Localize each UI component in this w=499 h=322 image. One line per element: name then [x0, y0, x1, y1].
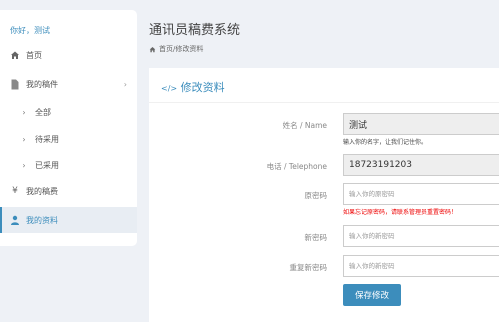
sidebar-item-label: 我的资料 — [26, 215, 58, 225]
breadcrumb-text: 首页/修改资料 — [159, 45, 204, 53]
sidebar-item-my-manuscripts[interactable]: 我的稿件 › — [0, 71, 137, 97]
chevron-right-icon: › — [123, 79, 127, 89]
sidebar-item-label: 全部 — [35, 107, 51, 117]
panel-title-text: 修改资料 — [180, 81, 225, 94]
sidebar-item-all[interactable]: › 全部 — [0, 99, 137, 125]
app-title: 通讯员稿费系统 — [149, 23, 241, 38]
save-button[interactable]: 保存修改 — [343, 284, 401, 306]
breadcrumb: 首页/修改资料 — [149, 44, 203, 54]
phone-label: 电话 / Telephone — [266, 162, 327, 171]
new-password-label: 新密码 — [304, 233, 328, 242]
sidebar-item-accepted[interactable]: › 已采用 — [0, 152, 137, 178]
code-icon: </> — [161, 84, 178, 93]
sidebar-item-label: 首页 — [26, 50, 42, 60]
sidebar-item-label: 我的稿件 — [26, 79, 58, 89]
user-greeting: 你好，测试 — [10, 26, 50, 35]
name-field[interactable]: 测试 — [343, 113, 499, 135]
name-help-text: 输入你的名字，让我们记住你。 — [343, 139, 428, 146]
sidebar-item-home[interactable]: 首页 — [0, 42, 137, 68]
old-password-input[interactable] — [343, 183, 499, 205]
sidebar-item-my-fees[interactable]: ¥ 我的稿费 — [0, 178, 137, 204]
user-icon — [10, 215, 20, 225]
sidebar-item-pending[interactable]: › 待采用 — [0, 126, 137, 152]
profile-panel: </> 修改资料 姓名 / Name 测试 输入你的名字，让我们记住你。 电话 … — [149, 68, 499, 322]
divider — [149, 102, 499, 103]
chevron-right-icon: › — [22, 107, 26, 117]
old-password-help-text: 如果忘记原密码，请联系管理员重置密码！ — [343, 209, 458, 216]
home-icon — [10, 50, 20, 60]
chevron-right-icon: › — [22, 134, 26, 144]
name-label: 姓名 / Name — [282, 121, 327, 130]
panel-title: </> 修改资料 — [161, 79, 225, 95]
repeat-password-input[interactable] — [343, 255, 499, 277]
sidebar-item-my-profile[interactable]: 我的资料 — [0, 207, 137, 233]
new-password-input[interactable] — [343, 225, 499, 247]
sidebar: 你好，测试 首页 我的稿件 › › 全部 › 待采用 › 已采用 ¥ 我的稿费 … — [0, 10, 137, 246]
sidebar-item-label: 我的稿费 — [26, 186, 58, 196]
sidebar-item-label: 已采用 — [35, 160, 59, 170]
yen-icon: ¥ — [12, 186, 18, 196]
repeat-password-label: 重复新密码 — [289, 263, 328, 272]
page: 你好，测试 首页 我的稿件 › › 全部 › 待采用 › 已采用 ¥ 我的稿费 … — [0, 0, 499, 322]
file-icon — [10, 79, 20, 89]
old-password-label: 原密码 — [304, 191, 328, 200]
chevron-right-icon: › — [22, 160, 26, 170]
home-icon — [149, 46, 156, 53]
sidebar-item-label: 待采用 — [35, 134, 59, 144]
phone-field[interactable]: 18723191203 — [343, 154, 499, 176]
